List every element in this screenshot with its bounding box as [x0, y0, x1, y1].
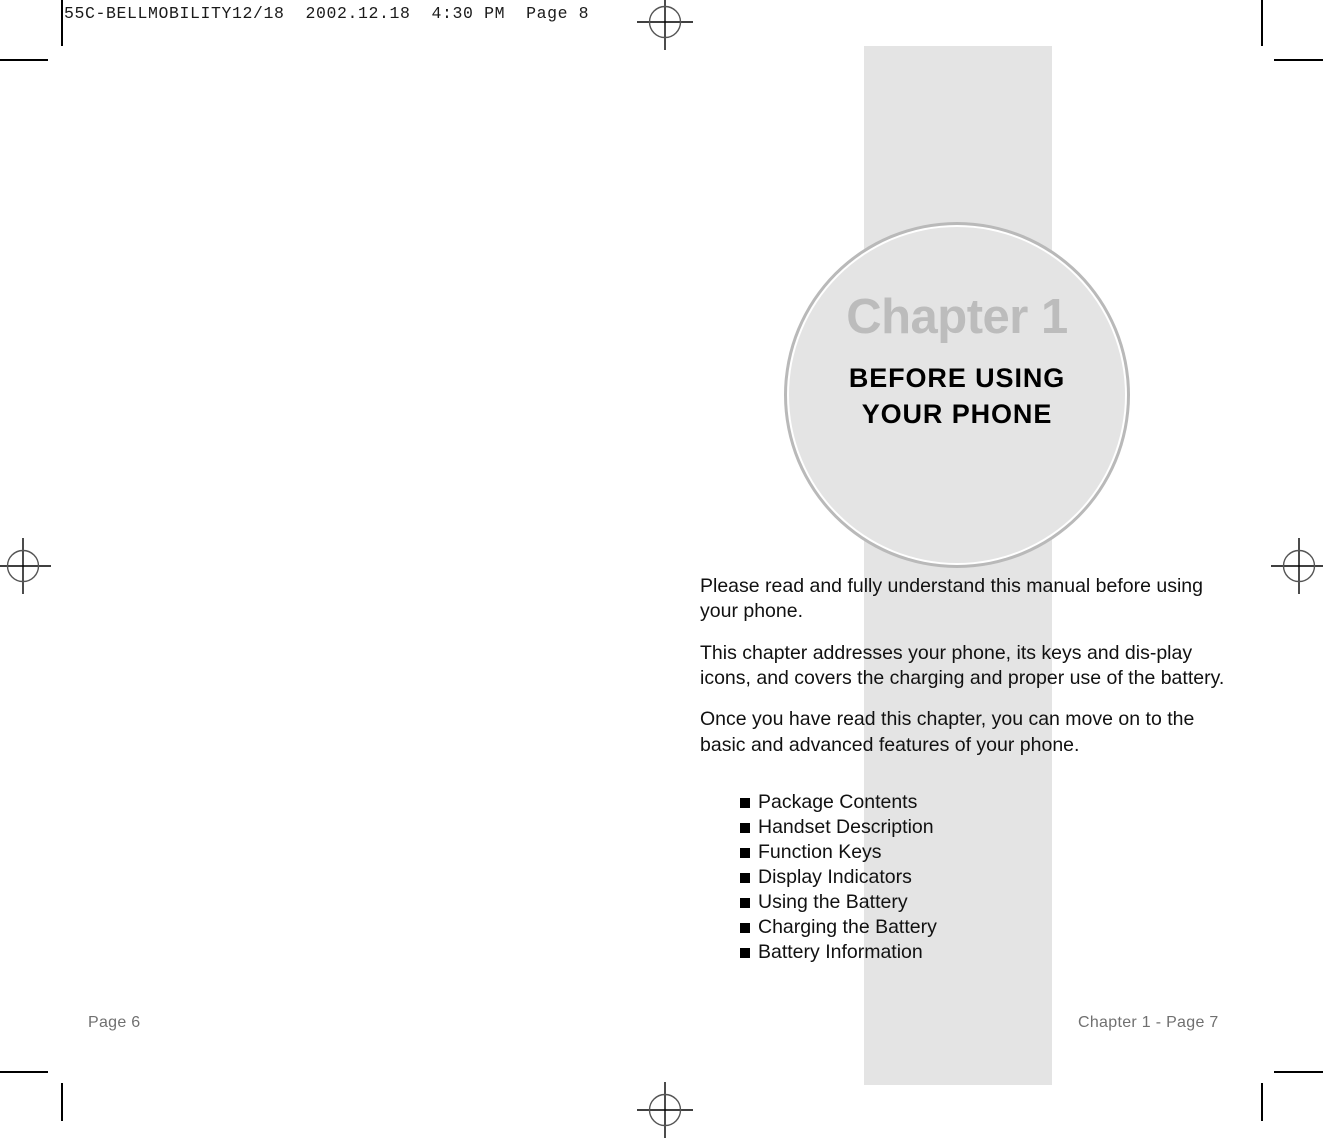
chapter-intro-text: Please read and fully understand this ma… [700, 574, 1245, 758]
square-bullet-icon [740, 822, 750, 833]
square-bullet-icon [740, 872, 750, 883]
list-item: Display Indicators [740, 865, 937, 890]
footer-page-number-left: Page 6 [88, 1014, 141, 1031]
registration-mark-left-middle [0, 538, 51, 594]
footer-page-number-right: Chapter 1 - Page 7 [1078, 1014, 1219, 1031]
crop-mark-bottom-right-vertical [1261, 1083, 1263, 1121]
crop-mark-bottom-left-horizontal [0, 1071, 48, 1073]
list-item: Handset Description [740, 815, 937, 840]
crop-mark-bottom-right-horizontal [1274, 1071, 1323, 1073]
intro-paragraph-3: Once you have read this chapter, you can… [700, 708, 1195, 756]
square-bullet-icon [740, 797, 750, 808]
square-bullet-icon [740, 947, 750, 958]
list-item: Using the Battery [740, 890, 937, 915]
square-bullet-icon [740, 922, 750, 933]
intro-paragraph-1: Please read and fully understand this ma… [700, 575, 1203, 623]
chapter-badge-circle: Chapter 1 BEFORE USING YOUR PHONE [789, 227, 1125, 563]
crop-mark-top-right-horizontal [1274, 59, 1323, 61]
square-bullet-icon [740, 847, 750, 858]
list-item-label: Handset Description [758, 816, 934, 839]
chapter-title-line-2: YOUR PHONE [861, 398, 1053, 429]
list-item-label: Using the Battery [758, 891, 908, 914]
list-item: Battery Information [740, 940, 937, 965]
print-job-header: 55C-BELLMOBILITY12/18 2002.12.18 4:30 PM… [64, 4, 590, 23]
list-item-label: Function Keys [758, 841, 882, 864]
list-item: Charging the Battery [740, 915, 937, 940]
intro-paragraph-2: This chapter addresses your phone, its k… [700, 641, 1225, 690]
crop-mark-top-right-vertical [1261, 0, 1263, 46]
registration-mark-right-middle [1271, 538, 1323, 594]
crop-mark-top-left-horizontal [0, 59, 48, 61]
list-item: Function Keys [740, 840, 937, 865]
list-item-label: Charging the Battery [758, 916, 937, 939]
chapter-number-label: Chapter 1 [846, 290, 1068, 344]
crop-mark-bottom-left-vertical [61, 1083, 63, 1121]
chapter-title-line-1: BEFORE USING [848, 363, 1066, 393]
registration-mark-top-center [637, 0, 693, 50]
list-item-label: Battery Information [758, 941, 923, 964]
registration-mark-bottom-center [637, 1082, 693, 1138]
square-bullet-icon [740, 897, 750, 908]
list-item: Package Contents [740, 790, 937, 815]
list-item-label: Package Contents [758, 791, 918, 813]
list-item-label: Display Indicators [758, 866, 912, 889]
crop-mark-top-left-vertical [61, 0, 63, 46]
chapter-title: BEFORE USING YOUR PHONE [849, 361, 1065, 432]
chapter-contents-list: Package Contents Handset Description Fun… [740, 790, 937, 965]
